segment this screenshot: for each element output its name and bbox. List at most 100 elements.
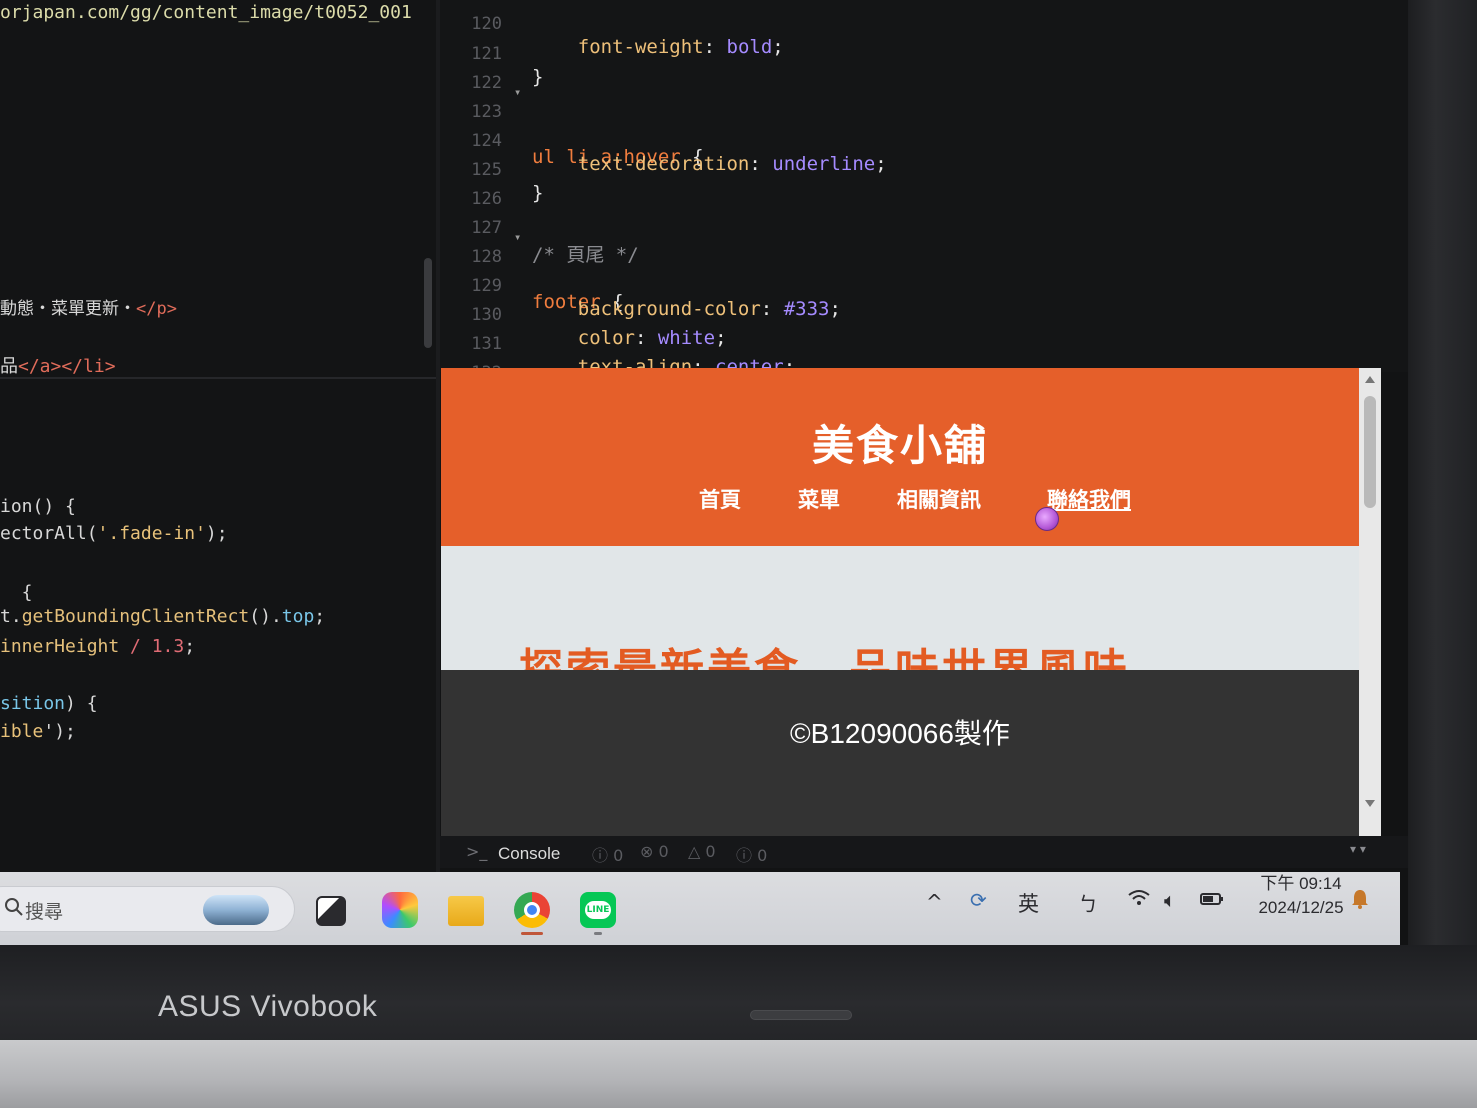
code-text: t. [0, 606, 22, 627]
nav-link-menu[interactable]: 菜單 [798, 484, 840, 514]
code-line: { [0, 582, 33, 603]
code-row: 132 padding: 20px; [440, 341, 1408, 407]
code-row: 125 } [440, 138, 1408, 204]
code-line: 品</a></li> [0, 352, 116, 378]
nav-link-info[interactable]: 相關資訊 [897, 484, 981, 514]
running-indicator [521, 932, 543, 935]
laptop-bezel-right [1408, 0, 1477, 960]
console-count-4: ⓘ 0 [736, 846, 768, 865]
laptop-screen: orjapan.com/gg/content_image/t0052_001 動… [0, 0, 1408, 945]
editor-right-pane[interactable]: 120 font-weight: bold; 121 } 122 123 ▾ u… [440, 0, 1408, 407]
wifi-icon[interactable] [1128, 888, 1150, 912]
code-line: ion() { [0, 496, 76, 517]
site-header: 美食小舖 首頁 菜單 相關資訊 聯絡我們 [441, 368, 1359, 546]
clock[interactable]: 下午 09:14 2024/12/25 [1246, 872, 1356, 920]
editor-left-pane[interactable]: orjapan.com/gg/content_image/t0052_001 動… [0, 0, 438, 880]
code-line: ible'); [0, 721, 76, 742]
code-tag: </p> [136, 299, 177, 319]
scrollbar-thumb[interactable] [1364, 396, 1376, 508]
sync-icon[interactable]: ⟳ [970, 888, 987, 912]
code-text: ) { [65, 693, 98, 714]
code-text: 動態・菜單更新・ [0, 299, 136, 319]
code-string: ible [0, 721, 44, 742]
code-property: top [281, 606, 315, 627]
hero-section: 探索最新美食，品味世界風味 [441, 546, 1359, 670]
count-value: 0 [705, 842, 716, 861]
running-indicator [594, 932, 602, 935]
copilot-icon[interactable] [382, 892, 418, 928]
scroll-down-icon[interactable] [1365, 800, 1375, 807]
console-tab[interactable]: Console [498, 844, 560, 864]
code-text: ; [314, 606, 326, 627]
file-explorer-icon[interactable] [448, 896, 484, 926]
code-row: 127 /* 頁尾 */ [440, 196, 1408, 266]
code-row: 123 ▾ ul li a:hover { [440, 80, 1408, 168]
code-text: innerHeight [0, 636, 131, 657]
code-row: 126 [440, 167, 1408, 209]
code-row: 124 text-decoration: underline; [440, 109, 1408, 175]
notification-bell-icon[interactable] [1350, 888, 1370, 915]
fold-arrow-icon[interactable]: ▾ [514, 85, 521, 99]
console-count-1: ⓘ 0 [592, 846, 624, 865]
count-value: 0 [658, 842, 669, 861]
pane-divider [0, 377, 438, 379]
nav-link-home[interactable]: 首頁 [699, 484, 741, 514]
code-text: sition [0, 693, 66, 714]
fold-arrow-icon[interactable]: ▾ [514, 230, 521, 244]
chevron-up-icon[interactable]: ^ [926, 890, 943, 914]
code-line: innerHeight / 1.3; [0, 636, 195, 657]
search-placeholder: 搜尋 [25, 901, 64, 923]
browser-preview[interactable]: 美食小舖 首頁 菜單 相關資訊 聯絡我們 探索最新美食，品味世界風味 ©B120… [441, 368, 1381, 836]
console-collapse-icon[interactable]: ▾ ▾ [1350, 842, 1366, 856]
console-count-2: ⊗ 0 [640, 842, 669, 861]
code-row: 130 color: white; [440, 283, 1408, 349]
task-view-icon[interactable] [316, 896, 346, 926]
console-bar[interactable]: >_ Console ⓘ 0 ⊗ 0 △ 0 ⓘ 0 ▾ ▾ [440, 836, 1408, 868]
site-title: 美食小舖 [811, 421, 988, 470]
code-text: ; [184, 636, 196, 657]
scroll-up-icon[interactable] [1365, 376, 1375, 383]
search-icon [5, 898, 23, 916]
nav-link-contact[interactable]: 聯絡我們 [1047, 484, 1131, 514]
code-line: 動態・菜單更新・</p> [0, 294, 177, 319]
input-method-indicator[interactable]: ㄅ [1078, 888, 1098, 917]
code-tag: </a></li> [18, 356, 116, 377]
left-scrollbar-thumb[interactable] [424, 258, 432, 348]
code-number: / 1.3 [130, 636, 185, 657]
code-row: 122 [440, 51, 1408, 93]
count-value: 0 [613, 846, 624, 865]
input-language-indicator[interactable]: 英 [1018, 888, 1039, 918]
clock-date: 2024/12/25 [1258, 898, 1344, 917]
code-text: 品 [0, 356, 18, 377]
footer-text: ©B12090066製作 [790, 718, 1010, 749]
search-highlight-icon [203, 895, 269, 925]
brand-label: ASUS Vivobook [158, 990, 378, 1023]
code-string: '.fade-in' [97, 523, 206, 544]
clock-time: 下午 09:14 [1260, 874, 1342, 893]
laptop-base [0, 1040, 1477, 1108]
taskbar-search[interactable]: 搜尋 [0, 886, 295, 932]
code-row: 128 ▾ footer { [440, 225, 1408, 313]
code-row: 129 background-color: #333; [440, 254, 1408, 320]
url-text: orjapan.com/gg/content_image/t0052_001 [0, 2, 412, 23]
code-text: ion() { [0, 496, 76, 517]
chrome-icon[interactable] [514, 892, 550, 928]
console-prompt-icon: >_ [466, 842, 488, 861]
volume-icon[interactable]: 🔈︎ [1164, 888, 1176, 912]
code-text: ); [205, 523, 228, 544]
count-value: 0 [757, 846, 768, 865]
code-line: t.getBoundingClientRect().top; [0, 606, 325, 627]
code-row: 131 text-align: center; [440, 312, 1408, 378]
battery-icon[interactable] [1200, 888, 1224, 912]
bezel-notch [750, 1010, 852, 1020]
console-count-3: △ 0 [688, 842, 716, 861]
code-text: { [0, 582, 33, 603]
hero-heading: 探索最新美食，品味世界風味 [519, 634, 1130, 670]
code-line: sition) { [0, 693, 98, 714]
code-text: '); [43, 721, 76, 742]
site-footer: ©B12090066製作 [441, 670, 1359, 836]
line-app-icon[interactable]: LINE [580, 892, 616, 928]
code-function: getBoundingClientRect [21, 606, 250, 627]
mouse-cursor-icon [1035, 507, 1059, 531]
preview-scrollbar[interactable] [1359, 368, 1381, 836]
